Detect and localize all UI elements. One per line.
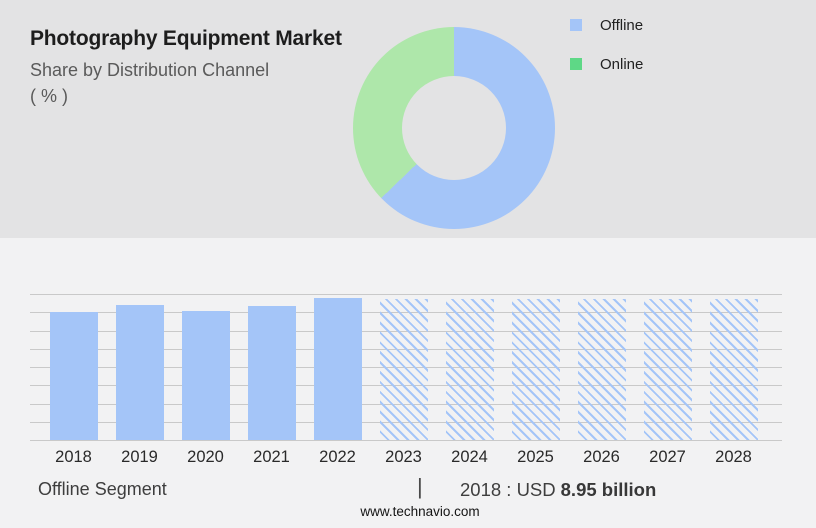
bar-2022 [314,298,362,440]
x-label-2020: 2020 [173,448,239,467]
footer-value: 2018 : USD8.95 billion [460,479,656,501]
x-label-2028: 2028 [701,448,767,467]
bar-2025 [512,299,560,440]
legend-label: Online [600,56,643,73]
bar-2026 [578,299,626,440]
x-label-2027: 2027 [635,448,701,467]
footer-separator: | [417,474,423,500]
website-url: www.technavio.com [12,504,816,519]
gridline [30,440,782,441]
legend-item-online: Online [570,54,643,74]
donut-chart [353,27,555,229]
legend-item-offline: Offline [570,15,643,35]
infographic-canvas: Photography Equipment Market Share by Di… [0,0,816,528]
bar-2028 [710,299,758,440]
segment-label: Offline Segment [38,479,167,500]
bar-2019 [116,305,164,440]
bar-chart-section: 2018201920202021202220232024202520262027… [0,238,816,528]
page-subtitle: Share by Distribution Channel [30,59,360,82]
x-label-2023: 2023 [371,448,437,467]
legend-label: Offline [600,17,643,34]
bar-2027 [644,299,692,440]
footer-value-amount: 8.95 billion [561,479,657,500]
bar-chart-plot-area [30,294,782,440]
title-block: Photography Equipment Market Share by Di… [30,26,360,107]
bar-2021 [248,306,296,440]
unit-label: ( % ) [30,86,360,107]
bar-2020 [182,311,230,440]
bar-2024 [446,299,494,440]
bar-2023 [380,299,428,440]
chart-legend: Offline Online [570,15,643,93]
x-label-2025: 2025 [503,448,569,467]
page-title: Photography Equipment Market [30,26,360,52]
x-label-2022: 2022 [305,448,371,467]
x-label-2024: 2024 [437,448,503,467]
legend-swatch-icon [570,58,582,70]
donut-hole [402,76,506,180]
x-label-2018: 2018 [41,448,107,467]
x-label-2019: 2019 [107,448,173,467]
gridline [30,294,782,295]
bar-2018 [50,312,98,440]
legend-swatch-icon [570,19,582,31]
header-section: Photography Equipment Market Share by Di… [0,0,816,238]
footer-value-prefix: 2018 : USD [460,479,556,500]
x-axis-labels: 2018201920202021202220232024202520262027… [30,448,782,470]
x-label-2021: 2021 [239,448,305,467]
x-label-2026: 2026 [569,448,635,467]
